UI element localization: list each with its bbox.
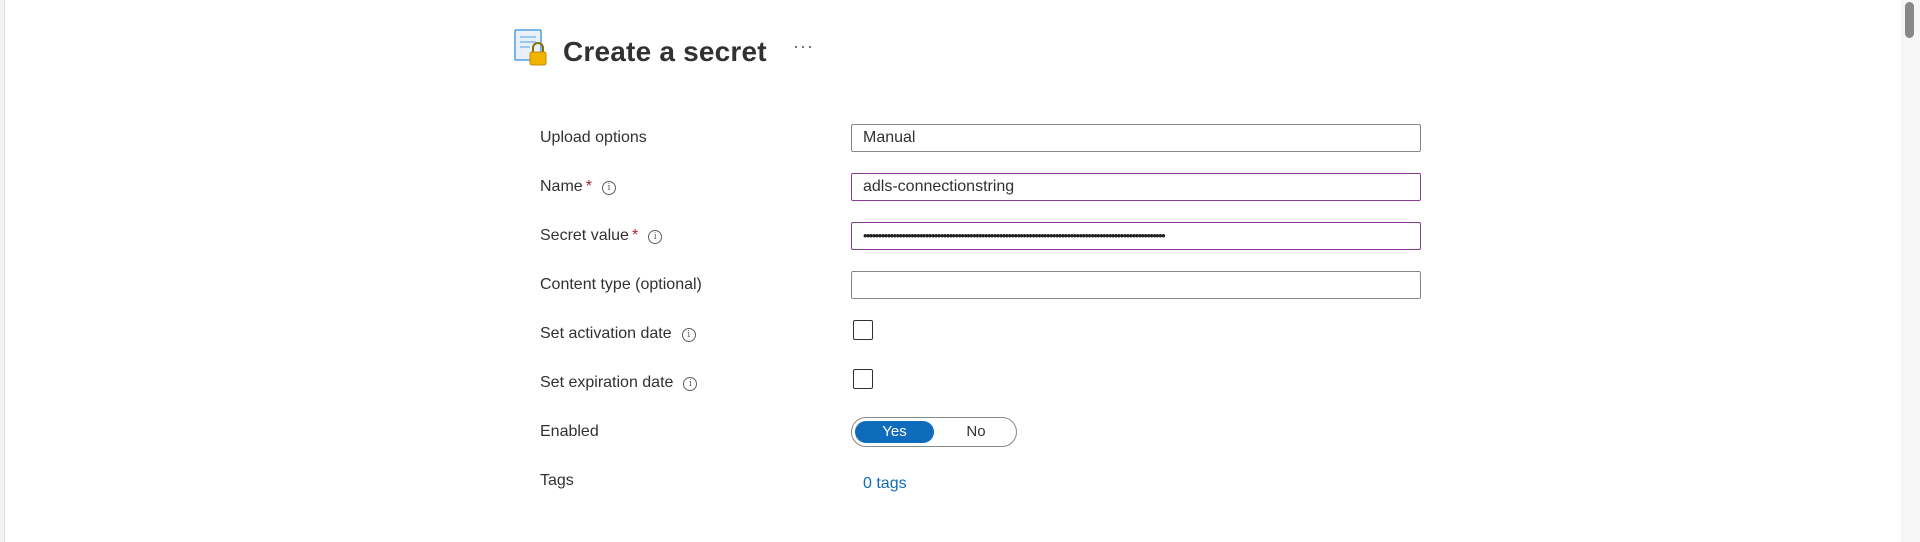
content-type-input[interactable] [851,271,1421,299]
enabled-no-option[interactable]: No [938,421,1014,443]
activation-date-label: Set activation date i [540,325,696,343]
content-type-label: Content type (optional) [540,276,702,293]
enabled-label: Enabled [540,423,599,440]
upload-options-row: Upload options Manual [540,120,1540,152]
name-input[interactable]: adls-connectionstring [851,173,1421,201]
expiration-date-label: Set expiration date i [540,374,698,392]
name-label: Name * i [540,178,616,196]
vertical-scrollbar[interactable] [1901,0,1920,542]
secret-value-masked: ••••••••••••••••••••••••••••••••••••••••… [863,228,1166,243]
page-title: Create a secret [563,36,767,67]
key-vault-secret-icon [514,29,547,66]
secret-value-input[interactable]: ••••••••••••••••••••••••••••••••••••••••… [851,222,1421,250]
enabled-row: Enabled Yes No [540,414,1540,447]
upload-options-dropdown[interactable]: Manual [851,124,1421,152]
expiration-date-label-text: Set expiration date [540,374,674,391]
required-marker: * [631,227,639,244]
tags-link[interactable]: 0 tags [863,475,907,493]
tags-label: Tags [540,472,574,489]
activation-date-row: Set activation date i [540,316,1540,346]
info-icon[interactable]: i [601,181,616,195]
activation-date-checkbox[interactable] [853,320,873,340]
name-label-text: Name [540,178,583,195]
expiration-date-row: Set expiration date i [540,365,1540,395]
secret-value-row: Secret value * i •••••••••••••••••••••••••… [540,218,1540,250]
info-icon[interactable]: i [648,230,663,244]
name-row: Name * i adls-connectionstring [540,169,1540,201]
enabled-yes-option[interactable]: Yes [855,421,934,443]
info-icon[interactable]: i [681,328,696,342]
tags-row: Tags 0 tags [540,463,1540,493]
main-panel: Create a secret ··· Upload options Manua… [4,0,1902,542]
expiration-date-checkbox[interactable] [853,369,873,389]
upload-options-label: Upload options [540,129,647,146]
scrollbar-thumb[interactable] [1905,2,1914,38]
secret-value-label-text: Secret value [540,227,629,244]
secret-value-label: Secret value * i [540,227,663,245]
info-icon[interactable]: i [683,377,698,391]
activation-date-label-text: Set activation date [540,325,672,342]
enabled-toggle[interactable]: Yes No [851,417,1017,447]
required-marker: * [585,178,592,195]
more-options-button[interactable]: ··· [793,36,814,57]
content-type-row: Content type (optional) [540,267,1540,299]
